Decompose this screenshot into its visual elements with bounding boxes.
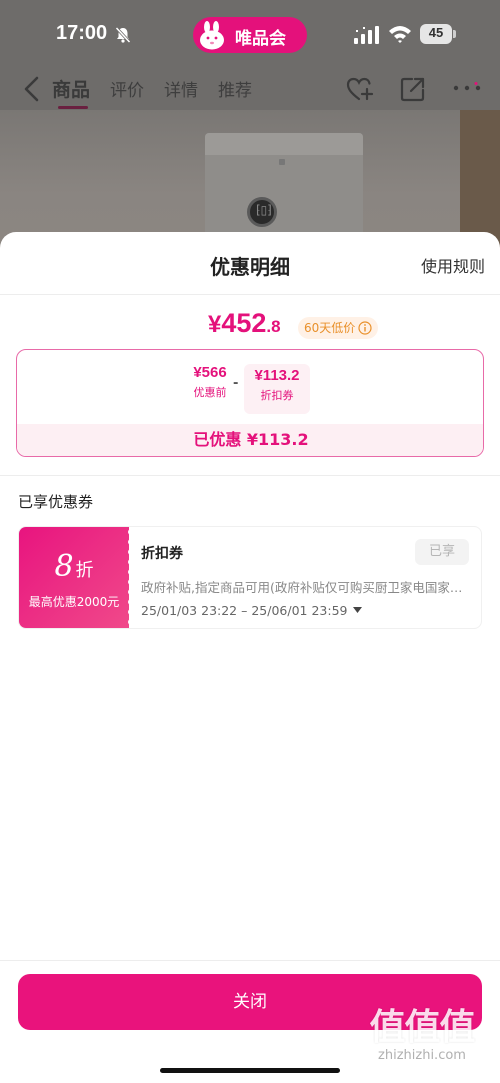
original-price-cell: ¥566 优惠前 (187, 364, 233, 414)
low-price-badge[interactable]: 60天低价 (298, 317, 379, 339)
coupon-status-badge: 已享 (415, 539, 469, 565)
add-favorite-heart-icon[interactable] (346, 76, 374, 102)
rabbit-logo-icon (200, 21, 224, 50)
back-arrow-icon[interactable] (22, 76, 42, 102)
bell-muted-icon (115, 26, 131, 44)
home-indicator[interactable] (160, 1068, 340, 1073)
product-nav-bar: 商品 评价 详情 推荐 (0, 68, 500, 110)
minus-sign: - (233, 376, 239, 391)
product-image-top (205, 133, 363, 155)
tab-recommend[interactable]: 推荐 (218, 76, 252, 101)
price-calculation-box: ¥566 优惠前 - ¥113.2 折扣券 已优惠 ¥113.2 (16, 349, 484, 457)
coupon-card[interactable]: 8折 最高优惠2000元 折扣券 已享 政府补贴,指定商品可用(政府补贴仅可购买… (18, 526, 482, 629)
product-knob: ⁅▯⁆ (247, 197, 277, 227)
applied-coupons-heading: 已享优惠券 (18, 493, 94, 511)
status-bar: 17:00 唯品会 45 (0, 0, 500, 68)
coupon-max-discount: 最高优惠2000元 (28, 595, 120, 609)
tab-details[interactable]: 详情 (164, 76, 198, 101)
more-options-icon[interactable] (452, 82, 482, 94)
final-price-row: ¥452.8 60天低价 (0, 308, 500, 344)
info-icon (358, 321, 372, 335)
product-knob-label: ⁅▯⁆ (256, 203, 272, 217)
tab-reviews[interactable]: 评价 (110, 76, 144, 101)
coupon-validity-text: 25/01/03 23:22 – 25/06/01 23:59 (141, 603, 348, 618)
product-photo-backdrop (460, 110, 500, 250)
caret-down-icon (353, 607, 363, 613)
footer-divider (0, 960, 500, 961)
product-logo (279, 159, 285, 165)
coupon-deduction-amount: ¥113.2 (254, 367, 300, 384)
share-icon[interactable] (400, 76, 426, 102)
watermark-site: zhizhizhi.com (378, 1048, 466, 1063)
coupon-description: 政府补贴,指定商品可用(政府补贴仅可购买厨卫家电国家一级能效产品) (141, 580, 471, 595)
original-price-amount: ¥566 (193, 364, 227, 381)
final-price: ¥452.8 (208, 308, 281, 339)
coupon-perforation (128, 529, 131, 625)
watermark: 值值值 zhizhizhi.com (352, 998, 492, 1078)
brand-name: 唯品会 (235, 29, 286, 49)
coupon-validity-period[interactable]: 25/01/03 23:22 – 25/06/01 23:59 (141, 603, 363, 618)
coupon-deduction-label: 折扣券 (260, 389, 294, 402)
final-price-decimal: .8 (266, 317, 281, 336)
watermark-glyphs: 值值值 (369, 1007, 475, 1048)
coupon-name: 折扣券 (141, 546, 183, 562)
section-divider (0, 475, 500, 476)
discount-details-sheet: 优惠明细 使用规则 ¥452.8 60天低价 ¥566 优惠前 - ¥113.2… (0, 232, 500, 1083)
brand-pill: 唯品会 (193, 17, 307, 53)
coupon-discount-unit: 折 (75, 560, 94, 581)
battery-tip (453, 30, 456, 38)
battery-level: 45 (428, 25, 444, 40)
title-divider (0, 294, 500, 295)
final-price-currency: ¥ (208, 311, 222, 338)
wifi-icon (389, 26, 411, 43)
coupon-discount-panel: 8折 最高优惠2000元 (19, 527, 129, 628)
status-time: 17:00 (56, 22, 108, 44)
usage-rules-link[interactable]: 使用规则 (421, 253, 485, 277)
tab-product[interactable]: 商品 (52, 75, 90, 102)
active-tab-indicator (58, 106, 88, 109)
total-saved-bar: 已优惠 ¥113.2 (17, 424, 483, 456)
low-price-badge-label: 60天低价 (304, 321, 356, 335)
coupon-discount: 8折 (19, 549, 129, 584)
final-price-integer: 452 (221, 308, 267, 338)
coupon-discount-value: 8 (54, 549, 74, 584)
original-price-label: 优惠前 (193, 386, 227, 399)
battery-indicator: 45 (420, 24, 456, 44)
coupon-deduction-cell: ¥113.2 折扣券 (244, 364, 310, 414)
background-product-page: ⁅▯⁆ 17:00 唯品会 45 商品 评价 详情 推荐 (0, 0, 500, 250)
cellular-signal-icon (354, 26, 379, 44)
